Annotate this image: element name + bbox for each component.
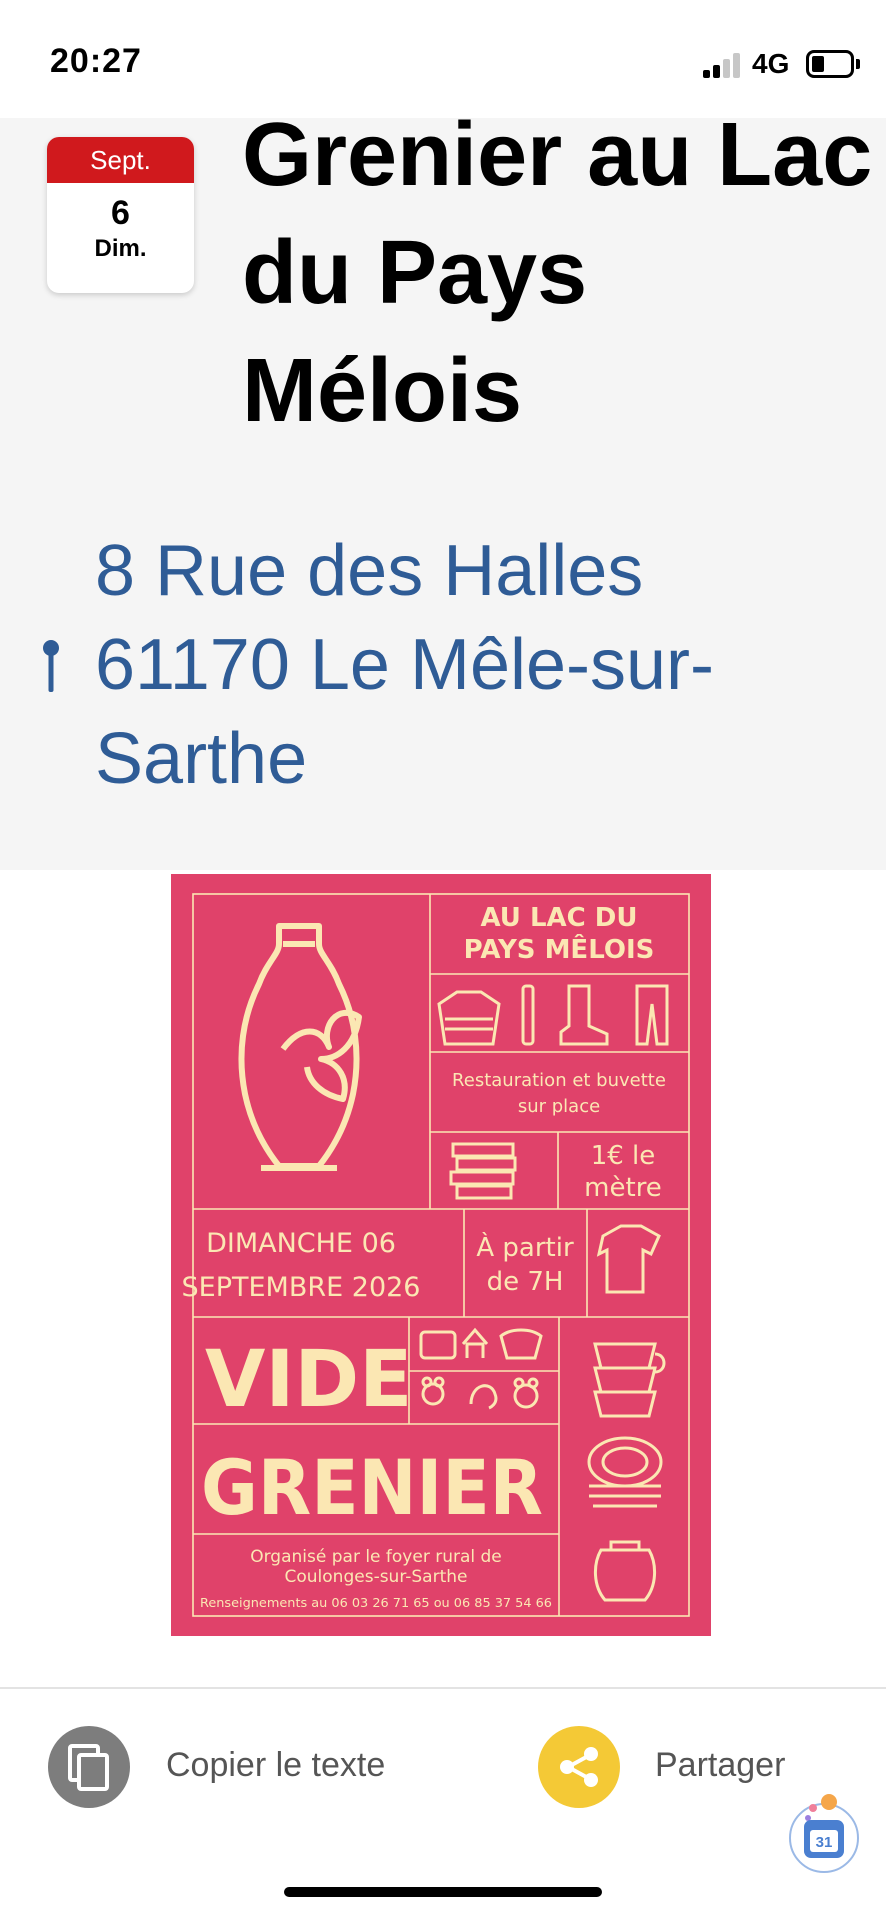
event-header: Sept. 6 Dim. Grenier au Lac du Pays Mélo… xyxy=(0,118,886,870)
tshirt-icon xyxy=(596,1224,661,1294)
toys-icons xyxy=(419,1327,543,1410)
poster-artwork: AU LAC DU PAYS MÊLOIS Restauration et bu… xyxy=(182,893,690,1617)
calendar-icon: 31 xyxy=(789,1794,859,1873)
event-poster[interactable]: AU LAC DU PAYS MÊLOIS Restauration et bu… xyxy=(171,874,711,1636)
poster-location-line2: PAYS MÊLOIS xyxy=(464,933,655,965)
copy-icon xyxy=(48,1726,130,1808)
date-month: Sept. xyxy=(47,137,194,183)
crockery-icons xyxy=(587,1342,666,1602)
poster-organizer-line1: Organisé par le foyer rural de xyxy=(250,1547,502,1567)
battery-icon xyxy=(806,50,854,78)
calendar-fab-button[interactable]: 31 xyxy=(784,1794,864,1874)
action-bar: Copier le texte Partager xyxy=(0,1687,886,1920)
poster-date-line2: SEPTEMBRE 2026 xyxy=(182,1272,421,1303)
clothing-icons xyxy=(437,984,669,1046)
poster-location-line1: AU LAC DU xyxy=(480,903,637,933)
poster-headline1: VIDE xyxy=(205,1335,412,1425)
poster-price-line1: 1€ le xyxy=(591,1141,656,1171)
battery-tip xyxy=(856,59,860,69)
poster-headline2: GRENIER xyxy=(201,1443,543,1532)
home-indicator[interactable] xyxy=(284,1887,602,1897)
vase-icon xyxy=(238,923,362,1171)
copy-text-label: Copier le texte xyxy=(166,1746,386,1784)
poster-food-line1: Restauration et buvette xyxy=(452,1070,666,1091)
poster-food-line2: sur place xyxy=(518,1096,600,1117)
location-pin-icon xyxy=(43,640,59,692)
poster-date-line1: DIMANCHE 06 xyxy=(206,1228,396,1259)
event-address[interactable]: 8 Rue des Halles 61170 Le Mêle-sur-Sarth… xyxy=(95,524,875,806)
poster-time-line1: À partir xyxy=(476,1231,574,1263)
share-icon xyxy=(538,1726,620,1808)
address-line-2: 61170 Le Mêle-sur-Sarthe xyxy=(95,625,714,799)
date-day: 6 xyxy=(111,194,130,232)
books-icon xyxy=(449,1142,517,1200)
copy-text-button[interactable]: Copier le texte xyxy=(48,1726,428,1810)
event-title: Grenier au Lac du Pays Mélois xyxy=(242,118,873,441)
poster-price-line2: mètre xyxy=(584,1173,662,1203)
date-badge: Sept. 6 Dim. xyxy=(47,137,194,293)
poster-time-line2: de 7H xyxy=(487,1267,564,1297)
poster-contact: Renseignements au 06 03 26 71 65 ou 06 8… xyxy=(200,1596,552,1610)
share-label: Partager xyxy=(655,1746,786,1784)
status-bar: 20:27 4G xyxy=(0,0,886,118)
network-type: 4G xyxy=(752,48,790,79)
status-time: 20:27 xyxy=(50,42,142,80)
poster-organizer-line2: Coulonges-sur-Sarthe xyxy=(285,1567,468,1587)
address-line-1: 8 Rue des Halles xyxy=(95,531,644,611)
calendar-fab-day: 31 xyxy=(816,1834,833,1851)
date-weekday: Dim. xyxy=(94,235,147,262)
signal-icon xyxy=(703,52,743,78)
